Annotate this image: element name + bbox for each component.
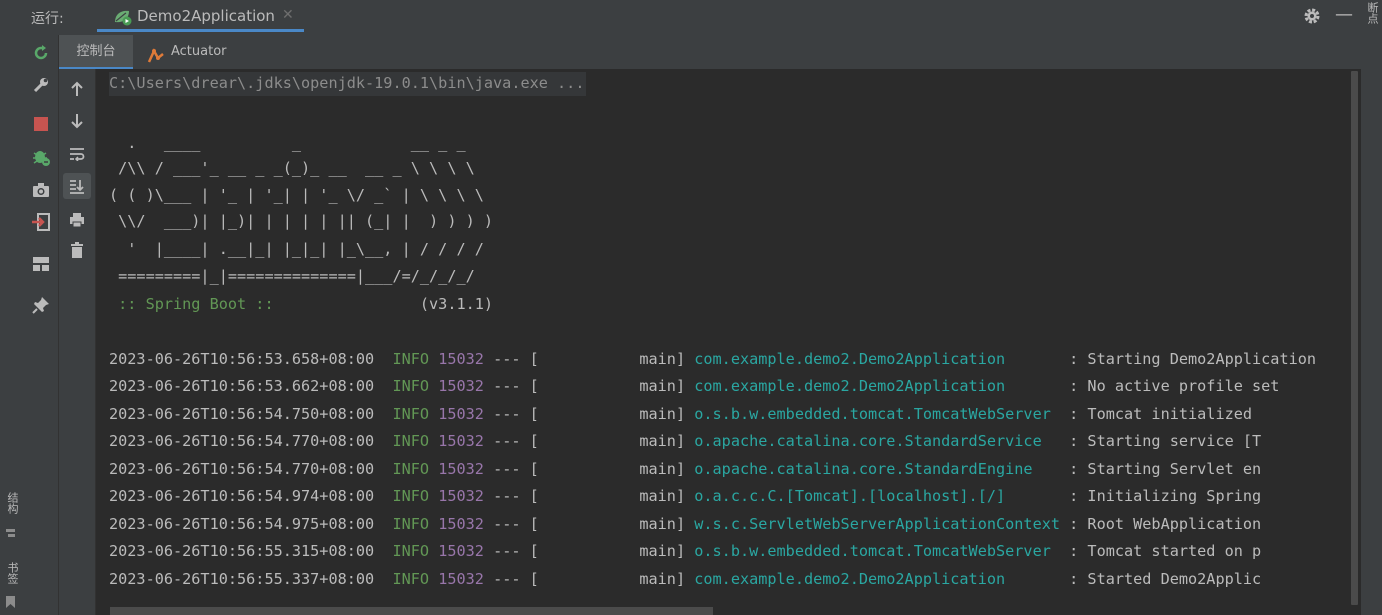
log-line: 2023-06-26T10:56:54.750+08:00 INFO 15032… xyxy=(109,405,1253,423)
print-icon[interactable] xyxy=(63,207,91,233)
active-tab-indicator xyxy=(97,29,304,32)
log-line: 2023-06-26T10:56:53.662+08:00 INFO 15032… xyxy=(109,377,1280,395)
run-toolbar xyxy=(22,35,59,615)
tab-console-label: 控制台 xyxy=(76,44,116,59)
log-line: 2023-06-26T10:56:54.770+08:00 INFO 15032… xyxy=(109,460,1262,478)
vertical-scrollbar-thumb[interactable] xyxy=(1351,71,1358,605)
arrow-up-icon[interactable] xyxy=(63,76,91,102)
logger-link[interactable]: o.s.b.w.embedded.tomcat.TomcatWebServer xyxy=(694,542,1060,560)
logger-link[interactable]: com.example.demo2.Demo2Application xyxy=(694,377,1060,395)
structure-tool-label[interactable]: 结构 xyxy=(4,492,20,514)
run-tab-label: Demo2Application xyxy=(137,7,275,25)
run-tab-demo2application[interactable]: Demo2Application ✕ xyxy=(97,0,304,32)
breakpoints-tool-label[interactable]: 断点 xyxy=(1364,2,1380,24)
console-toolbar xyxy=(59,69,96,615)
tab-console[interactable]: 控制台 xyxy=(59,35,133,69)
run-tool-window-header: 运行: Demo2Application ✕ — xyxy=(22,0,1361,35)
exit-icon[interactable] xyxy=(29,210,53,234)
logger-link[interactable]: o.a.c.c.C.[Tomcat].[localhost].[/] xyxy=(694,487,1060,505)
right-tool-strip: 断点 xyxy=(1360,0,1382,615)
arrow-down-icon[interactable] xyxy=(63,108,91,134)
stop-icon[interactable] xyxy=(29,112,53,136)
run-label: 运行: xyxy=(31,11,64,27)
logger-link[interactable]: o.s.b.w.embedded.tomcat.TomcatWebServer xyxy=(694,405,1060,423)
banner-line: =========|_|==============|___/=/_/_/_/ xyxy=(109,267,475,285)
rerun-icon[interactable] xyxy=(29,41,53,65)
log-line: 2023-06-26T10:56:54.975+08:00 INFO 15032… xyxy=(109,515,1262,533)
banner-line: \\/ ___)| |_)| | | | | || (_| | ) ) ) ) xyxy=(109,212,494,230)
debug-bug-icon[interactable] xyxy=(29,145,53,169)
logger-link[interactable]: com.example.demo2.Demo2Application xyxy=(694,350,1060,368)
logger-link[interactable]: o.apache.catalina.core.StandardEngine xyxy=(694,460,1060,478)
minimize-icon[interactable]: — xyxy=(1335,4,1353,25)
pin-icon[interactable] xyxy=(29,293,53,317)
banner-line: ( ( )\___ | '_ | '_| | '_ \/ _` | \ \ \ … xyxy=(109,186,484,204)
log-line: 2023-06-26T10:56:55.315+08:00 INFO 15032… xyxy=(109,542,1262,560)
tab-actuator[interactable]: Actuator xyxy=(144,35,244,69)
layout-icon[interactable] xyxy=(29,252,53,276)
trash-icon[interactable] xyxy=(63,237,91,263)
log-line: 2023-06-26T10:56:54.770+08:00 INFO 15032… xyxy=(109,432,1262,450)
spring-boot-version: (v3.1.1) xyxy=(282,295,494,313)
banner-line: . ____ _ __ _ _ xyxy=(109,134,466,152)
wrench-icon[interactable] xyxy=(29,73,53,97)
vertical-scrollbar[interactable] xyxy=(1348,69,1361,615)
command-line[interactable]: C:\Users\drear\.jdks\openjdk-19.0.1\bin\… xyxy=(109,72,587,96)
bookmarks-tool-label[interactable]: 书签 xyxy=(4,562,20,584)
soft-wrap-icon[interactable] xyxy=(63,141,91,167)
console-output[interactable]: C:\Users\drear\.jdks\openjdk-19.0.1\bin\… xyxy=(96,69,1348,615)
bookmark-icon xyxy=(5,594,16,608)
left-tool-strip: 结构 书签 xyxy=(0,0,23,615)
logger-link[interactable]: o.apache.catalina.core.StandardService xyxy=(694,432,1060,450)
console-subtabs: 控制台 Actuator xyxy=(59,35,1361,69)
spring-boot-label: :: Spring Boot :: xyxy=(109,295,283,313)
close-tab-icon[interactable]: ✕ xyxy=(282,7,294,23)
camera-icon[interactable] xyxy=(29,178,53,202)
structure-icon xyxy=(5,524,16,537)
logger-link[interactable]: w.s.c.ServletWebServerApplicationContext xyxy=(694,515,1060,533)
scroll-to-end-icon[interactable] xyxy=(63,173,91,199)
banner-line: ' |____| .__|_| |_|_| |_\__, | / / / / xyxy=(109,240,484,258)
banner-line: /\\ / ___'_ __ _ _(_)_ __ __ _ \ \ \ \ xyxy=(109,159,475,177)
spring-boot-version-line: :: Spring Boot :: (v3.1.1) xyxy=(109,295,493,313)
log-line: 2023-06-26T10:56:54.974+08:00 INFO 15032… xyxy=(109,487,1262,505)
horizontal-scrollbar-thumb[interactable] xyxy=(110,607,713,615)
log-line: 2023-06-26T10:56:53.658+08:00 INFO 15032… xyxy=(109,350,1317,368)
tab-actuator-label: Actuator xyxy=(171,44,227,59)
gear-icon[interactable] xyxy=(1302,6,1322,30)
logger-link[interactable]: com.example.demo2.Demo2Application xyxy=(694,570,1060,588)
log-line: 2023-06-26T10:56:55.337+08:00 INFO 15032… xyxy=(109,570,1262,588)
spring-boot-run-icon xyxy=(113,8,133,30)
